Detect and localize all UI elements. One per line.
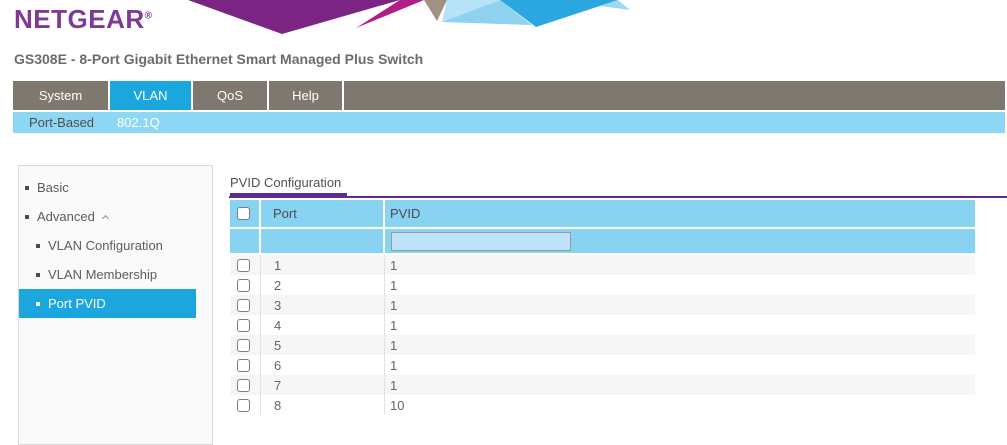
collapse-caret-icon[interactable]	[102, 214, 109, 221]
sidebar-item-label: VLAN Configuration	[48, 238, 163, 253]
pvid-cell: 1	[385, 255, 975, 275]
subnav-item-802.1q[interactable]: 802.1Q	[110, 115, 167, 130]
sidebar-item-label: VLAN Membership	[48, 267, 157, 282]
section-title-wrap: PVID Configuration	[229, 174, 1007, 198]
sub-nav: Port-Based 802.1Q	[13, 112, 1005, 133]
device-title: GS308E - 8-Port Gigabit Ethernet Smart M…	[14, 51, 423, 67]
registered-mark: ®	[145, 10, 153, 21]
bullet-icon	[36, 302, 40, 306]
netgear-logo: NETGEAR®	[14, 4, 153, 35]
pvid-filter-input[interactable]	[391, 232, 571, 251]
row-checkbox[interactable]	[237, 259, 250, 272]
nav-tab-help[interactable]: Help	[269, 81, 344, 110]
nav-tab-qos[interactable]: QoS	[193, 81, 269, 110]
sidebar-item-vlan-configuration[interactable]: VLAN Configuration	[19, 231, 196, 260]
row-checkbox[interactable]	[237, 319, 250, 332]
table-row: 11	[230, 255, 975, 275]
nav-tab-system[interactable]: System	[13, 81, 110, 110]
filter-check-cell	[230, 229, 261, 253]
sidebar-item-label: Advanced	[37, 209, 95, 224]
pvid-cell: 1	[385, 315, 975, 335]
page-title: PVID Configuration	[230, 175, 347, 198]
port-cell: 1	[261, 255, 385, 275]
port-cell: 4	[261, 315, 385, 335]
col-header-port: Port	[261, 200, 385, 227]
sidebar: Basic Advanced VLAN Configuration VLAN Memb…	[18, 165, 213, 445]
table-row: 71	[230, 375, 975, 395]
port-cell: 3	[261, 295, 385, 315]
row-select-cell	[230, 375, 261, 395]
port-cell: 7	[261, 375, 385, 395]
bullet-icon	[25, 186, 29, 190]
port-cell: 5	[261, 335, 385, 355]
table-filter-row	[230, 229, 975, 253]
subnav-item-port-based[interactable]: Port-Based	[22, 115, 101, 130]
table-row: 810	[230, 395, 975, 415]
sidebar-item-label: Basic	[37, 180, 69, 195]
table-row: 31	[230, 295, 975, 315]
row-select-cell	[230, 395, 261, 415]
table-row: 61	[230, 355, 975, 375]
sidebar-item-basic[interactable]: Basic	[19, 173, 196, 202]
nav-tab-vlan[interactable]: VLAN	[110, 81, 193, 110]
pvid-cell: 10	[385, 395, 975, 415]
bullet-icon	[25, 215, 29, 219]
sidebar-item-port-pvid[interactable]: Port PVID	[19, 289, 196, 318]
row-checkbox[interactable]	[237, 399, 250, 412]
col-header-pvid: PVID	[385, 200, 975, 227]
pvid-cell: 1	[385, 295, 975, 315]
row-select-cell	[230, 255, 261, 275]
row-checkbox[interactable]	[237, 299, 250, 312]
pvid-cell: 1	[385, 355, 975, 375]
pvid-cell: 1	[385, 335, 975, 355]
select-all-checkbox[interactable]	[237, 207, 250, 220]
main-nav: SystemVLANQoSHelp	[13, 81, 1005, 110]
row-checkbox[interactable]	[237, 339, 250, 352]
row-select-cell	[230, 335, 261, 355]
nav-tabs: SystemVLANQoSHelp	[13, 81, 344, 110]
port-cell: 6	[261, 355, 385, 375]
port-cell: 2	[261, 275, 385, 295]
table-header-row: Port PVID	[230, 200, 975, 227]
row-select-cell	[230, 295, 261, 315]
row-select-cell	[230, 355, 261, 375]
row-select-cell	[230, 275, 261, 295]
sidebar-item-vlan-membership[interactable]: VLAN Membership	[19, 260, 196, 289]
pvid-cell: 1	[385, 375, 975, 395]
sidebar-item-advanced[interactable]: Advanced	[19, 202, 196, 231]
select-all-cell	[230, 200, 261, 227]
table-body: 11213141516171810	[230, 255, 975, 415]
sidebar-item-label: Port PVID	[48, 296, 106, 311]
table-row: 21	[230, 275, 975, 295]
bullet-icon	[36, 273, 40, 277]
table-row: 41	[230, 315, 975, 335]
banner-graphic	[170, 0, 632, 36]
table-row: 51	[230, 335, 975, 355]
bullet-icon	[36, 244, 40, 248]
pvid-table: Port PVID 11213141516171810	[230, 200, 975, 415]
row-checkbox[interactable]	[237, 359, 250, 372]
row-checkbox[interactable]	[237, 379, 250, 392]
filter-port-cell	[261, 229, 385, 253]
row-select-cell	[230, 315, 261, 335]
port-cell: 8	[261, 395, 385, 415]
row-checkbox[interactable]	[237, 279, 250, 292]
logo-text: NETGEAR	[14, 4, 145, 34]
pvid-cell: 1	[385, 275, 975, 295]
filter-pvid-cell	[385, 229, 975, 253]
